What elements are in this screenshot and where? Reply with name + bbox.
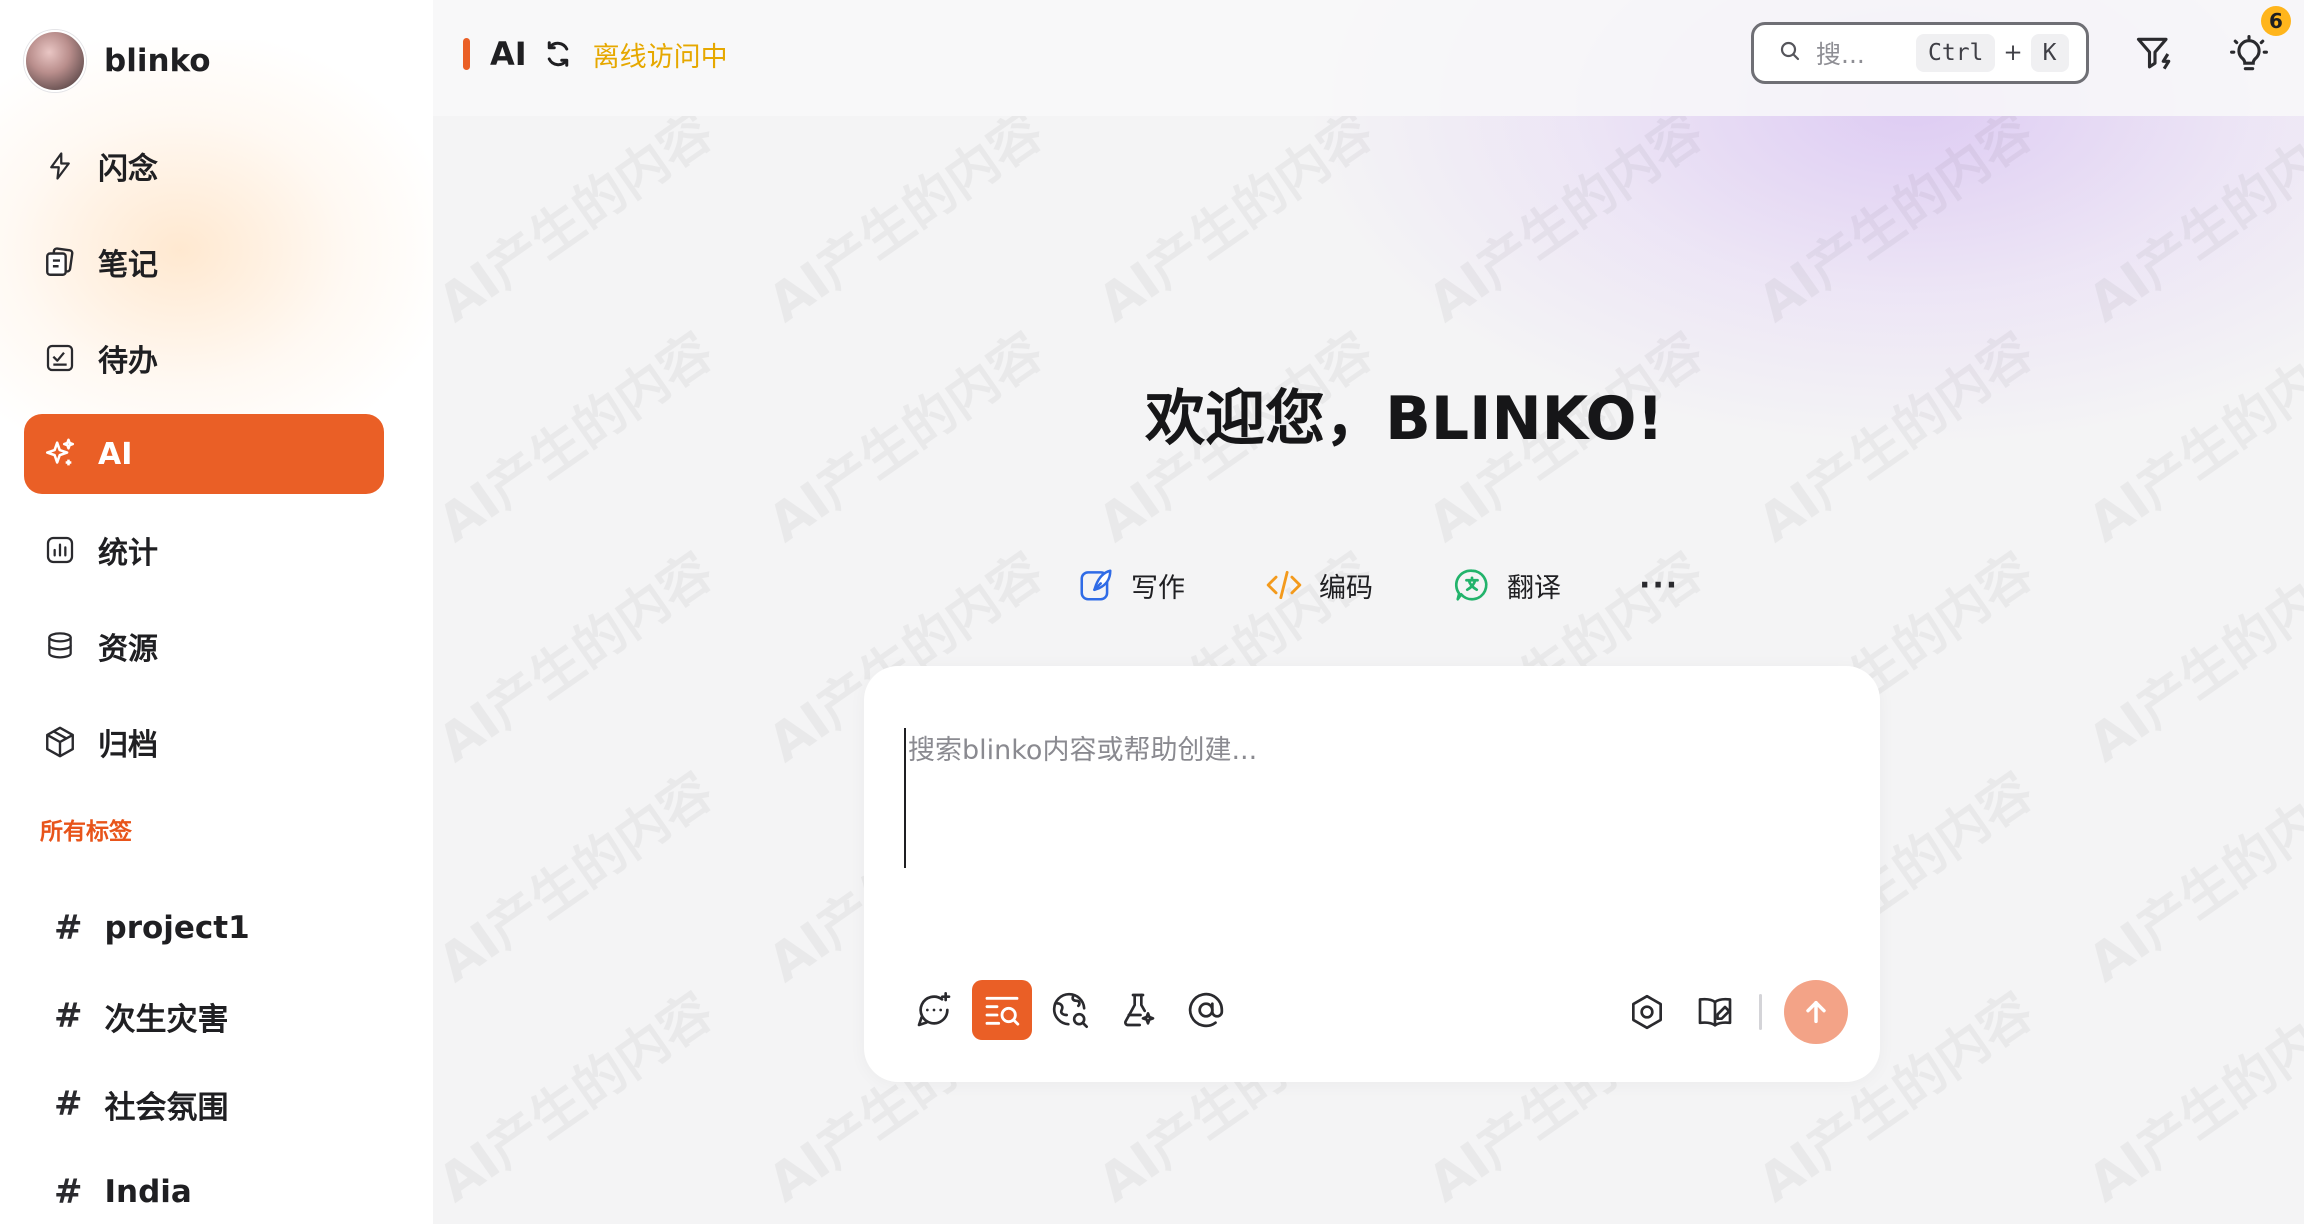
translate-action-label: 翻译 — [1507, 572, 1561, 604]
watermark: AI产生的内容 — [2070, 531, 2304, 776]
lightning-icon — [40, 146, 80, 186]
tag-label: project1 — [104, 910, 250, 946]
send-button[interactable] — [1784, 980, 1848, 1044]
tag-item-project1[interactable]: # project1 — [54, 884, 250, 972]
code-icon — [1263, 564, 1305, 606]
watermark: AI产生的内容 — [2070, 971, 2304, 1216]
ctrl-key: Ctrl — [1916, 34, 1996, 72]
search-list-icon[interactable] — [972, 980, 1032, 1040]
watermark: AI产生的内容 — [2070, 116, 2304, 336]
watermark: AI产生的内容 — [1740, 116, 2045, 336]
write-action-label: 写作 — [1131, 572, 1185, 604]
watermark: AI产生的内容 — [750, 116, 1055, 336]
offline-status: 离线访问中 — [592, 41, 728, 73]
watermark: AI产生的内容 — [433, 751, 725, 996]
flask-icon[interactable] — [1108, 980, 1168, 1040]
chat-input[interactable] — [904, 728, 1834, 868]
book-icon[interactable] — [1685, 982, 1745, 1042]
globe-search-icon[interactable] — [1040, 980, 1100, 1040]
lightbulb-icon[interactable] — [2223, 28, 2275, 80]
sidebar-item-label: 待办 — [98, 344, 158, 379]
mention-icon[interactable] — [1176, 980, 1236, 1040]
search-placeholder: 搜... — [1816, 40, 1865, 69]
watermark: AI产生的内容 — [1410, 116, 1715, 336]
tag-item-social-atmosphere[interactable]: # 社会氛围 — [54, 1060, 250, 1148]
welcome-heading: 欢迎您，BLINKO! — [1145, 384, 1664, 454]
shortcut-plus: + — [2003, 40, 2023, 66]
sidebar-item-stats[interactable]: 统计 — [24, 510, 384, 590]
keyboard-shortcut: Ctrl + K — [1916, 34, 2069, 72]
hash-icon: # — [54, 1172, 83, 1212]
sidebar-item-ai[interactable]: AI — [24, 414, 384, 494]
more-actions-button[interactable]: ··· — [1639, 568, 1679, 603]
sidebar-item-archive[interactable]: 归档 — [24, 702, 384, 782]
search-box[interactable]: 搜... Ctrl + K — [1751, 22, 2089, 84]
archive-box-icon — [40, 722, 80, 762]
sidebar-item-todo[interactable]: 待办 — [24, 318, 384, 398]
watermark: AI产生的内容 — [433, 116, 725, 336]
hash-icon: # — [54, 1084, 83, 1124]
toolbar-divider — [1759, 994, 1762, 1030]
code-action-button[interactable]: 编码 — [1263, 564, 1373, 606]
database-icon — [40, 626, 80, 666]
translate-icon — [1451, 564, 1493, 606]
sidebar-item-label: 资源 — [98, 632, 158, 667]
write-action-button[interactable]: 写作 — [1075, 564, 1185, 606]
todo-icon — [40, 338, 80, 378]
top-bar: AI 离线访问中 搜... Ctrl + K 6 — [433, 0, 2304, 116]
profile-name: blinko — [104, 43, 211, 79]
tag-item-secondary-disaster[interactable]: # 次生灾害 — [54, 972, 250, 1060]
chat-toolbar-left — [904, 980, 1244, 1040]
tags-section-title: 所有标签 — [40, 819, 132, 845]
sidebar-item-label: 笔记 — [98, 248, 158, 283]
translate-action-button[interactable]: 翻译 — [1451, 564, 1561, 606]
k-key: K — [2030, 34, 2069, 72]
sidebar: blinko 闪念 笔记 待办 AI 统计 资源 归档 所有标签 # proje… — [0, 0, 433, 1224]
avatar[interactable] — [24, 30, 86, 92]
sync-icon[interactable] — [541, 37, 575, 71]
page-title: AI — [490, 35, 527, 73]
watermark: AI产生的内容 — [433, 971, 725, 1216]
tag-label: India — [104, 1174, 192, 1210]
arrow-up-icon — [1806, 1000, 1826, 1024]
chat-toolbar-right — [1617, 980, 1848, 1044]
main-area: AI产生的内容 AI产生的内容 AI产生的内容 AI产生的内容 AI产生的内容 … — [433, 0, 2304, 1224]
hash-icon: # — [54, 996, 83, 1036]
sidebar-item-flash[interactable]: 闪念 — [24, 126, 384, 206]
page-title-group: AI 离线访问中 — [463, 34, 728, 74]
sidebar-item-notes[interactable]: 笔记 — [24, 222, 384, 302]
pen-icon — [1075, 564, 1117, 606]
sparkle-icon — [40, 434, 80, 474]
filter-flash-icon[interactable] — [2131, 30, 2179, 78]
search-icon — [1778, 39, 1802, 67]
settings-hexagon-icon[interactable] — [1617, 982, 1677, 1042]
chart-icon — [40, 530, 80, 570]
title-accent-bar — [463, 38, 470, 70]
user-profile[interactable]: blinko — [24, 28, 211, 94]
tag-label: 社会氛围 — [104, 1089, 229, 1126]
code-action-label: 编码 — [1319, 572, 1373, 604]
notes-icon — [40, 242, 80, 282]
watermark: AI产生的内容 — [1080, 116, 1385, 336]
tag-label: 次生灾害 — [104, 1001, 229, 1038]
tag-list: # project1 # 次生灾害 # 社会氛围 # India — [54, 884, 250, 1224]
tag-item-india[interactable]: # India — [54, 1148, 250, 1224]
sidebar-item-label: 闪念 — [98, 152, 158, 187]
sidebar-item-label: 归档 — [98, 728, 158, 763]
quick-actions: 写作 编码 翻译 ··· — [1075, 560, 1679, 610]
new-chat-icon[interactable] — [904, 980, 964, 1040]
sidebar-item-label: 统计 — [98, 536, 158, 571]
sidebar-item-resources[interactable]: 资源 — [24, 606, 384, 686]
watermark: AI产生的内容 — [433, 531, 725, 776]
notification-badge: 6 — [2261, 6, 2291, 36]
watermark: AI产生的内容 — [2070, 751, 2304, 996]
sidebar-item-label: AI — [98, 436, 133, 472]
chat-panel — [864, 666, 1880, 1082]
hash-icon: # — [54, 908, 83, 948]
sidebar-nav: 闪念 笔记 待办 AI 统计 资源 归档 — [24, 126, 384, 798]
